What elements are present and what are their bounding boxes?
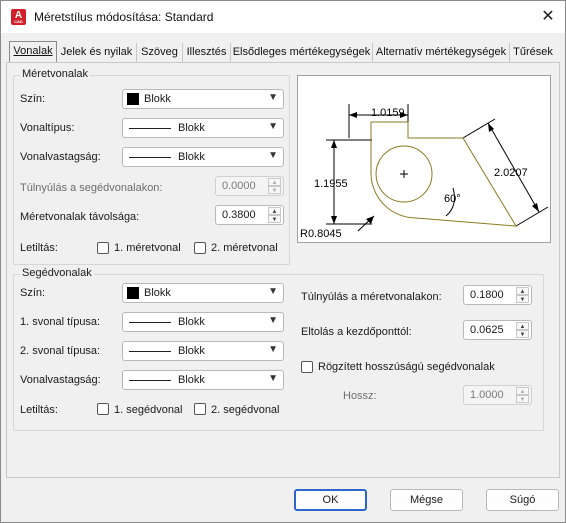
tab-alternativ-mertekegysegek[interactable]: Alternatív mértékegységek xyxy=(373,43,510,63)
close-icon[interactable]: ✕ xyxy=(536,6,560,28)
dim-lineweight-label: Vonalvastagság: xyxy=(20,151,101,163)
ext-color-label: Szín: xyxy=(20,287,46,299)
linetype-sample xyxy=(129,128,171,129)
ext-linetype1-value: Blokk xyxy=(178,316,205,328)
ext-lineweight-label: Vonalvastagság: xyxy=(20,374,101,386)
dialog-window: A CAD Méretstílus módosítása: Standard ✕ … xyxy=(0,0,566,523)
tab-illesztes[interactable]: Illesztés xyxy=(183,43,231,63)
ext-linetype1-label: 1. svonal típusa: xyxy=(20,316,101,328)
dim-extend-label: Túlnyúlás a segédvonalakon: xyxy=(20,182,163,194)
dim-lineweight-select[interactable]: Blokk ▼ xyxy=(122,147,284,167)
ext-extend-value: 0.1800 xyxy=(470,289,504,301)
linetype-sample xyxy=(129,322,171,323)
dimension-preview: 1.0159 1.1955 2.0207 60° R0.8045 xyxy=(297,75,551,243)
ext-offset-value: 0.0625 xyxy=(470,324,504,336)
ext-linetype2-value: Blokk xyxy=(178,345,205,357)
tab-elsodleges-mertekegysegek[interactable]: Elsődleges mértékegységek xyxy=(231,43,373,63)
extension-lines-group-label: Segédvonalak xyxy=(20,267,94,279)
lineweight-sample xyxy=(129,157,171,158)
ext-suppress-label: Letiltás: xyxy=(20,404,58,416)
ext-lineweight-value: Blokk xyxy=(178,374,205,386)
chevron-down-icon: ▼ xyxy=(268,92,278,103)
chevron-down-icon: ▼ xyxy=(268,150,278,161)
fixed-length-checkbox[interactable] xyxy=(301,361,313,373)
ok-button[interactable]: OK xyxy=(294,489,367,511)
ext-length-value: 1.0000 xyxy=(470,389,504,401)
dimension-lines-group: Méretvonalak Szín: Blokk ▼ Vonaltípus: B… xyxy=(13,68,290,265)
preview-dim-top: 1.0159 xyxy=(371,107,405,119)
spin-down-icon[interactable]: ▼ xyxy=(516,330,529,338)
dim-color-value: Blokk xyxy=(144,93,171,105)
ext-extend-label: Túlnyúlás a méretvonalakon: xyxy=(301,291,442,303)
ext-length-spinner[interactable]: 1.0000 ▲ ▼ xyxy=(463,385,532,405)
ext-linetype1-select[interactable]: Blokk ▼ xyxy=(122,312,284,332)
color-swatch xyxy=(127,93,139,105)
dim-extend-spinner[interactable]: 0.0000 ▲ ▼ xyxy=(215,176,284,196)
tab-panel-vonalak: Méretvonalak Szín: Blokk ▼ Vonaltípus: B… xyxy=(6,62,560,478)
chevron-down-icon: ▼ xyxy=(268,344,278,355)
window-title: Méretstílus módosítása: Standard xyxy=(34,10,214,24)
dim-linetype-label: Vonaltípus: xyxy=(20,122,75,134)
ext-color-value: Blokk xyxy=(144,287,171,299)
dim-color-select[interactable]: Blokk ▼ xyxy=(122,89,284,109)
dim-color-label: Szín: xyxy=(20,93,46,105)
spin-up-icon[interactable]: ▲ xyxy=(516,287,529,295)
preview-dim-left: 1.1955 xyxy=(314,178,348,190)
suppress-dim-line-1-label: 1. méretvonal xyxy=(114,242,181,254)
extension-lines-group: Segédvonalak Szín: Blokk ▼ 1. svonal típ… xyxy=(13,267,544,431)
suppress-dim-line-1-checkbox[interactable] xyxy=(97,242,109,254)
ext-lineweight-select[interactable]: Blokk ▼ xyxy=(122,370,284,390)
tab-szoveg[interactable]: Szöveg xyxy=(137,43,183,63)
ext-linetype2-label: 2. svonal típusa: xyxy=(20,345,101,357)
ext-offset-label: Eltolás a kezdőponttól: xyxy=(301,326,412,338)
dim-spacing-value: 0.3800 xyxy=(222,209,256,221)
ext-extend-spinner[interactable]: 0.1800 ▲ ▼ xyxy=(463,285,532,305)
preview-radius: R0.8045 xyxy=(300,228,342,240)
preview-angle: 60° xyxy=(444,193,461,205)
dim-extend-value: 0.0000 xyxy=(222,180,256,192)
preview-dim-right: 2.0207 xyxy=(494,167,528,179)
tab-jelek-es-nyilak[interactable]: Jelek és nyilak xyxy=(57,43,137,63)
spin-up-icon[interactable]: ▲ xyxy=(516,387,529,395)
cancel-button[interactable]: Mégse xyxy=(390,489,463,511)
fixed-length-label: Rögzített hosszúságú segédvonalak xyxy=(318,361,495,373)
suppress-dim-line-2-checkbox[interactable] xyxy=(194,242,206,254)
preview-drawing: 1.0159 1.1955 2.0207 60° R0.8045 xyxy=(300,104,549,240)
ext-linetype2-select[interactable]: Blokk ▼ xyxy=(122,341,284,361)
linetype-sample xyxy=(129,351,171,352)
suppress-ext-line-1-checkbox[interactable] xyxy=(97,403,109,415)
ext-length-label: Hossz: xyxy=(343,390,377,402)
spin-down-icon[interactable]: ▼ xyxy=(516,395,529,403)
spin-down-icon[interactable]: ▼ xyxy=(268,215,281,223)
chevron-down-icon: ▼ xyxy=(268,121,278,132)
dim-linetype-value: Blokk xyxy=(178,122,205,134)
suppress-ext-line-2-checkbox[interactable] xyxy=(194,403,206,415)
spin-up-icon[interactable]: ▲ xyxy=(516,322,529,330)
chevron-down-icon: ▼ xyxy=(268,373,278,384)
title-bar: A CAD Méretstílus módosítása: Standard ✕ xyxy=(1,1,565,33)
dimension-lines-group-label: Méretvonalak xyxy=(20,68,91,80)
dim-spacing-spinner[interactable]: 0.3800 ▲ ▼ xyxy=(215,205,284,225)
spin-up-icon[interactable]: ▲ xyxy=(268,178,281,186)
color-swatch xyxy=(127,287,139,299)
dim-suppress-label: Letiltás: xyxy=(20,242,58,254)
chevron-down-icon: ▼ xyxy=(268,315,278,326)
suppress-ext-line-1-label: 1. segédvonal xyxy=(114,404,183,416)
help-button[interactable]: Súgó xyxy=(486,489,559,511)
suppress-dim-line-2-label: 2. méretvonal xyxy=(211,242,278,254)
spin-up-icon[interactable]: ▲ xyxy=(268,207,281,215)
tab-turesek[interactable]: Tűrések xyxy=(510,43,556,63)
spin-down-icon[interactable]: ▼ xyxy=(516,295,529,303)
suppress-ext-line-2-label: 2. segédvonal xyxy=(211,404,280,416)
ext-offset-spinner[interactable]: 0.0625 ▲ ▼ xyxy=(463,320,532,340)
dim-spacing-label: Méretvonalak távolsága: xyxy=(20,211,140,223)
chevron-down-icon: ▼ xyxy=(268,286,278,297)
dim-lineweight-value: Blokk xyxy=(178,151,205,163)
ext-color-select[interactable]: Blokk ▼ xyxy=(122,283,284,303)
tab-vonalak[interactable]: Vonalak xyxy=(9,41,57,64)
lineweight-sample xyxy=(129,380,171,381)
spin-down-icon[interactable]: ▼ xyxy=(268,186,281,194)
app-icon: A CAD xyxy=(11,9,26,25)
dim-linetype-select[interactable]: Blokk ▼ xyxy=(122,118,284,138)
